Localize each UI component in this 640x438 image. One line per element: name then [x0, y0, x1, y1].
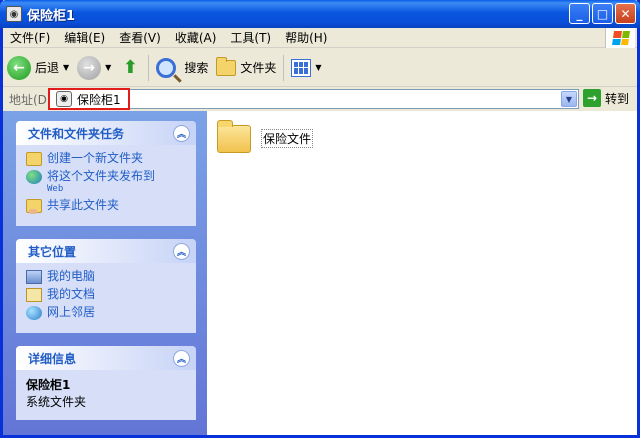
file-list[interactable]: 保险文件: [207, 111, 637, 435]
forward-arrow-icon: →: [77, 55, 102, 80]
computer-icon: [26, 270, 42, 284]
places-panel: 其它位置 ︽ 我的电脑 我的文档 网上邻居: [16, 239, 196, 333]
back-dropdown-icon[interactable]: ▼: [63, 63, 69, 72]
folder-icon[interactable]: [217, 120, 251, 153]
close-button[interactable]: ✕: [615, 3, 636, 24]
address-label: 地址(D): [9, 92, 52, 107]
search-button[interactable]: 搜索: [152, 53, 212, 83]
new-folder-icon: [26, 152, 42, 166]
task-label: 共享此文件夹: [47, 198, 120, 212]
share-folder-icon: [26, 199, 42, 214]
details-panel-body: 保险柜1 系统文件夹: [16, 370, 196, 420]
details-panel: 详细信息 ︽ 保险柜1 系统文件夹: [16, 346, 196, 420]
title-bar[interactable]: ◉ 保险柜1 _ □ ✕: [0, 0, 640, 28]
forward-dropdown-icon[interactable]: ▼: [105, 63, 111, 72]
menu-tools[interactable]: 工具(T): [223, 29, 278, 46]
documents-icon: [26, 288, 42, 302]
menu-view[interactable]: 查看(V): [112, 29, 168, 46]
tasks-panel-title: 文件和文件夹任务: [28, 126, 125, 141]
detail-type: 系统文件夹: [26, 395, 87, 409]
toolbar-separator: [148, 54, 150, 81]
task-pane: 文件和文件夹任务 ︽ 创建一个新文件夹 将这个文件夹发布到 Web 共享此文件夹…: [3, 111, 207, 435]
details-panel-header[interactable]: 详细信息 ︽: [16, 346, 196, 370]
place-network[interactable]: 网上邻居: [26, 305, 186, 320]
places-panel-header[interactable]: 其它位置 ︽: [16, 239, 196, 263]
windows-logo-icon: [605, 28, 635, 48]
place-label: 我的电脑: [47, 269, 96, 283]
minimize-button[interactable]: _: [569, 3, 590, 24]
search-label: 搜索: [184, 61, 209, 75]
tasks-panel-body: 创建一个新文件夹 将这个文件夹发布到 Web 共享此文件夹: [16, 145, 196, 226]
toolbar-separator: [283, 54, 285, 81]
maximize-button[interactable]: □: [592, 3, 613, 24]
forward-button[interactable]: → ▼: [73, 53, 115, 83]
views-icon: [291, 58, 312, 77]
folders-button[interactable]: 文件夹: [212, 53, 280, 83]
folders-label: 文件夹: [240, 61, 277, 75]
task-share-folder[interactable]: 共享此文件夹: [26, 198, 186, 214]
highlight-box: [48, 88, 130, 110]
back-button[interactable]: ← 后退 ▼: [3, 53, 73, 83]
places-panel-title: 其它位置: [28, 244, 77, 259]
publish-web-icon: [26, 170, 42, 184]
address-bar: 地址(D) ◉ 保险柜1 ▼ → 转到: [3, 88, 637, 110]
explorer-window: ◉ 保险柜1 _ □ ✕ 文件(F) 编辑(E) 查看(V) 收藏(A) 工具(…: [0, 0, 640, 438]
task-new-folder[interactable]: 创建一个新文件夹: [26, 151, 186, 166]
task-label: 创建一个新文件夹: [47, 151, 144, 165]
search-icon: [156, 57, 177, 78]
back-label: 后退: [35, 61, 60, 75]
collapse-chevron-icon[interactable]: ︽: [173, 242, 190, 260]
safe-icon: ◉: [6, 6, 22, 22]
toolbar: ← 后退 ▼ → ▼ ⬆ 搜索 文件夹 ▼: [3, 49, 637, 87]
back-arrow-icon: ←: [7, 55, 31, 80]
go-button[interactable]: → 转到: [583, 89, 629, 107]
place-label: 网上邻居: [47, 305, 96, 319]
menu-favorites[interactable]: 收藏(A): [168, 29, 224, 46]
go-label: 转到: [605, 91, 630, 106]
folder-item-label[interactable]: 保险文件: [261, 129, 314, 148]
up-button[interactable]: ⬆: [115, 53, 145, 83]
collapse-chevron-icon[interactable]: ︽: [173, 349, 190, 367]
detail-name: 保险柜1: [26, 378, 71, 392]
network-icon: [26, 306, 42, 320]
tasks-panel: 文件和文件夹任务 ︽ 创建一个新文件夹 将这个文件夹发布到 Web 共享此文件夹: [16, 121, 196, 226]
window-title: 保险柜1: [27, 8, 76, 24]
task-sublabel: Web: [47, 184, 64, 194]
task-publish-web[interactable]: 将这个文件夹发布到 Web: [26, 169, 186, 195]
place-my-computer[interactable]: 我的电脑: [26, 269, 186, 284]
details-panel-title: 详细信息: [28, 351, 77, 366]
places-panel-body: 我的电脑 我的文档 网上邻居: [16, 263, 196, 333]
place-my-documents[interactable]: 我的文档: [26, 287, 186, 302]
address-dropdown-icon[interactable]: ▼: [561, 91, 577, 107]
place-label: 我的文档: [47, 287, 96, 301]
collapse-chevron-icon[interactable]: ︽: [173, 124, 190, 142]
menu-bar: 文件(F) 编辑(E) 查看(V) 收藏(A) 工具(T) 帮助(H): [3, 28, 637, 48]
tasks-panel-header[interactable]: 文件和文件夹任务 ︽: [16, 121, 196, 145]
window-controls: _ □ ✕: [569, 3, 636, 24]
folder-up-icon: ⬆: [122, 57, 138, 78]
go-arrow-icon: →: [583, 89, 601, 107]
views-button[interactable]: ▼: [287, 53, 325, 83]
views-dropdown-icon[interactable]: ▼: [315, 63, 321, 72]
folder-icon: [216, 56, 237, 76]
menu-file[interactable]: 文件(F): [3, 29, 57, 46]
menu-help[interactable]: 帮助(H): [278, 29, 334, 46]
task-label: 将这个文件夹发布到: [47, 169, 156, 183]
menu-edit[interactable]: 编辑(E): [57, 29, 112, 46]
